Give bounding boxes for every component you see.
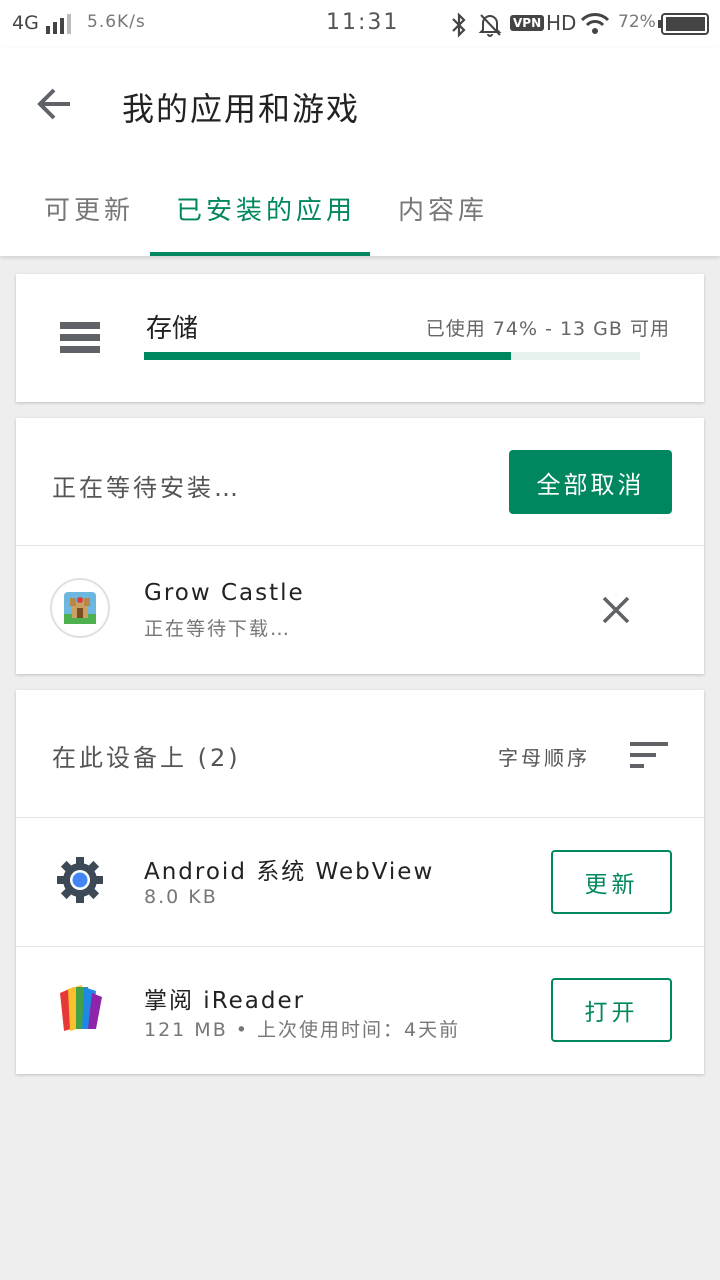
tab-installed[interactable]: 已安装的应用 — [176, 190, 356, 227]
page-title: 我的应用和游戏 — [122, 90, 361, 128]
on-device-label: 在此设备上 (2) — [52, 744, 241, 772]
bluetooth-icon — [452, 12, 466, 38]
storage-card[interactable]: 存储 已使用 74% - 13 GB 可用 — [16, 274, 704, 402]
hd-indicator: HD — [546, 11, 577, 35]
app-row-webview[interactable]: Android 系统 WebView 8.0 KB 更新 — [16, 818, 704, 946]
sort-order-label[interactable]: 字母顺序 — [498, 742, 590, 771]
storage-list-icon — [60, 322, 100, 354]
on-device-card: 在此设备上 (2) 字母顺序 Android 系统 WebView 8.0 KB… — [16, 690, 704, 1074]
android-webview-gear-icon — [57, 857, 103, 903]
tab-library[interactable]: 内容库 — [398, 190, 488, 227]
wifi-icon — [580, 13, 610, 34]
app-name: 掌阅 iReader — [144, 988, 306, 1014]
app-row-ireader[interactable]: 掌阅 iReader 121 MB • 上次使用时间：4天前 打开 — [16, 947, 704, 1074]
pending-app-row[interactable]: Grow Castle 正在等待下载… — [16, 546, 704, 674]
pending-app-status: 正在等待下载… — [144, 618, 292, 640]
sort-icon[interactable] — [630, 742, 668, 768]
clock: 11:31 — [326, 10, 400, 35]
storage-label: 存储 — [146, 314, 199, 344]
update-button[interactable]: 更新 — [551, 850, 672, 914]
vpn-badge: VPN — [510, 15, 545, 31]
signal-icon — [46, 14, 71, 34]
app-name: Android 系统 WebView — [144, 859, 435, 885]
storage-progress-bar — [144, 352, 640, 360]
storage-usage-text: 已使用 74% - 13 GB 可用 — [425, 318, 670, 340]
mute-bell-icon — [478, 14, 502, 37]
pending-card: 正在等待安装… 全部取消 Grow Castle 正在等待下载… — [16, 418, 704, 674]
network-speed: 5.6K/s — [87, 12, 146, 32]
close-icon[interactable] — [598, 592, 634, 628]
cancel-all-button[interactable]: 全部取消 — [509, 450, 672, 514]
back-arrow-icon[interactable] — [34, 84, 74, 124]
network-type: 4G — [12, 12, 39, 34]
tab-updates[interactable]: 可更新 — [44, 190, 134, 227]
storage-progress-fill — [144, 352, 512, 360]
battery-percent: 72% — [618, 12, 656, 32]
app-detail: 121 MB • 上次使用时间：4天前 — [144, 1019, 461, 1041]
pending-app-name: Grow Castle — [144, 580, 305, 606]
ireader-book-icon — [60, 985, 102, 1031]
pending-install-label: 正在等待安装… — [52, 474, 241, 502]
app-detail: 8.0 KB — [144, 886, 218, 908]
status-bar: 4G 5.6K/s 11:31 VPN HD 72% — [0, 0, 720, 48]
battery-icon — [658, 13, 709, 35]
grow-castle-app-icon — [64, 592, 96, 624]
active-tab-indicator — [150, 252, 370, 256]
open-button[interactable]: 打开 — [551, 978, 672, 1042]
